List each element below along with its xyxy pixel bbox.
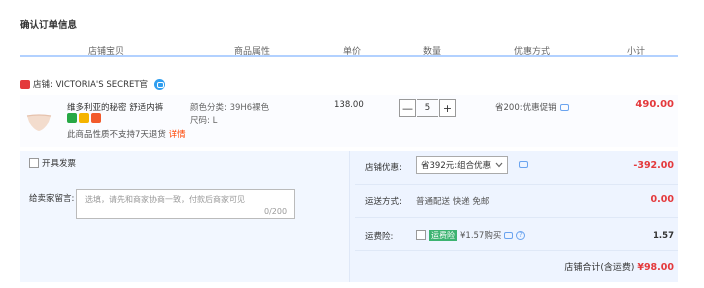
page-title: 确认订单信息	[20, 20, 78, 31]
divider	[355, 184, 678, 185]
shop-total-amount: ¥98.00	[637, 262, 674, 273]
unit-price: 138.00	[334, 100, 364, 110]
insurance-label: 运费险:	[365, 232, 394, 242]
coupon-label: 店铺优惠:	[365, 163, 402, 173]
header-quantity: 数量	[423, 47, 442, 57]
sku-color: 颜色分类: 39H6裸色	[190, 103, 270, 113]
header-unit-price: 单价	[343, 47, 362, 57]
coupon-select[interactable]: 省392元:组合优惠	[416, 156, 508, 174]
insurance-option: 运费险 ¥1.57购买 ?	[416, 229, 526, 241]
promo-chat-icon[interactable]	[559, 103, 569, 111]
header-attributes: 商品属性	[234, 47, 271, 57]
invoice-checkbox[interactable]	[29, 158, 39, 168]
coupon-selected: 省392元:组合优惠	[421, 161, 492, 171]
shop-icon	[20, 79, 30, 89]
product-thumbnail[interactable]	[22, 104, 56, 138]
quantity-stepper: — 5 +	[399, 99, 456, 117]
details-link[interactable]: 详情	[169, 130, 186, 140]
shop-total-label: 店铺合计(含运费)	[564, 263, 635, 273]
invoice-option[interactable]: 开具发票	[29, 157, 76, 169]
return-notice: 此商品性质不支持7天退货 详情	[67, 130, 186, 140]
guarantee-badge-icon	[67, 113, 77, 123]
quantity-input[interactable]: 5	[417, 99, 438, 117]
shipping-label: 运送方式:	[365, 197, 402, 207]
chat-seller-icon[interactable]	[154, 78, 166, 90]
card-badge-icon	[91, 113, 101, 123]
memo-label: 给卖家留言:	[29, 194, 75, 204]
insurance-chat-icon[interactable]	[504, 231, 514, 239]
header-shop-item: 店铺宝贝	[88, 47, 125, 57]
divider	[355, 250, 678, 251]
coupon-value: -392.00	[633, 160, 674, 171]
insurance-price: ¥1.57购买	[460, 231, 502, 241]
insurance-value: 1.57	[653, 231, 674, 241]
decrease-button[interactable]: —	[399, 99, 416, 117]
help-icon[interactable]: ?	[516, 230, 526, 240]
header-promo: 优惠方式	[514, 47, 551, 57]
increase-button[interactable]: +	[439, 99, 456, 117]
service-badges	[67, 113, 101, 123]
item-subtotal: 490.00	[635, 99, 674, 110]
coupon-chat-icon[interactable]	[519, 161, 528, 168]
memo-char-count: 0/200	[264, 207, 288, 216]
promo-info: 省200:优惠促销	[495, 101, 569, 113]
credit-badge-icon	[79, 113, 89, 123]
shipping-method: 普通配送 快递 免邮	[416, 197, 490, 207]
shop-name[interactable]: 店铺: VICTORIA'S SECRET官	[33, 78, 148, 90]
shipping-value: 0.00	[650, 194, 674, 205]
insurance-checkbox[interactable]	[416, 230, 426, 240]
sku-size: 尺码: L	[190, 116, 218, 126]
product-name[interactable]: 维多利亚的秘密 舒适内裤	[67, 101, 163, 113]
chevron-down-icon	[495, 162, 503, 168]
divider	[355, 217, 678, 218]
shop-total: 店铺合计(含运费) ¥98.00	[564, 260, 674, 273]
invoice-label: 开具发票	[42, 159, 77, 169]
shop-row: 店铺: VICTORIA'S SECRET官	[20, 77, 166, 91]
insurance-tag: 运费险	[429, 229, 457, 241]
memo-placeholder: 选填，请先和商家协商一致，付款后商家可见	[85, 195, 245, 204]
header-subtotal: 小计	[627, 47, 646, 57]
table-header: 店铺宝贝 商品属性 单价 数量 优惠方式 小计	[20, 41, 678, 57]
